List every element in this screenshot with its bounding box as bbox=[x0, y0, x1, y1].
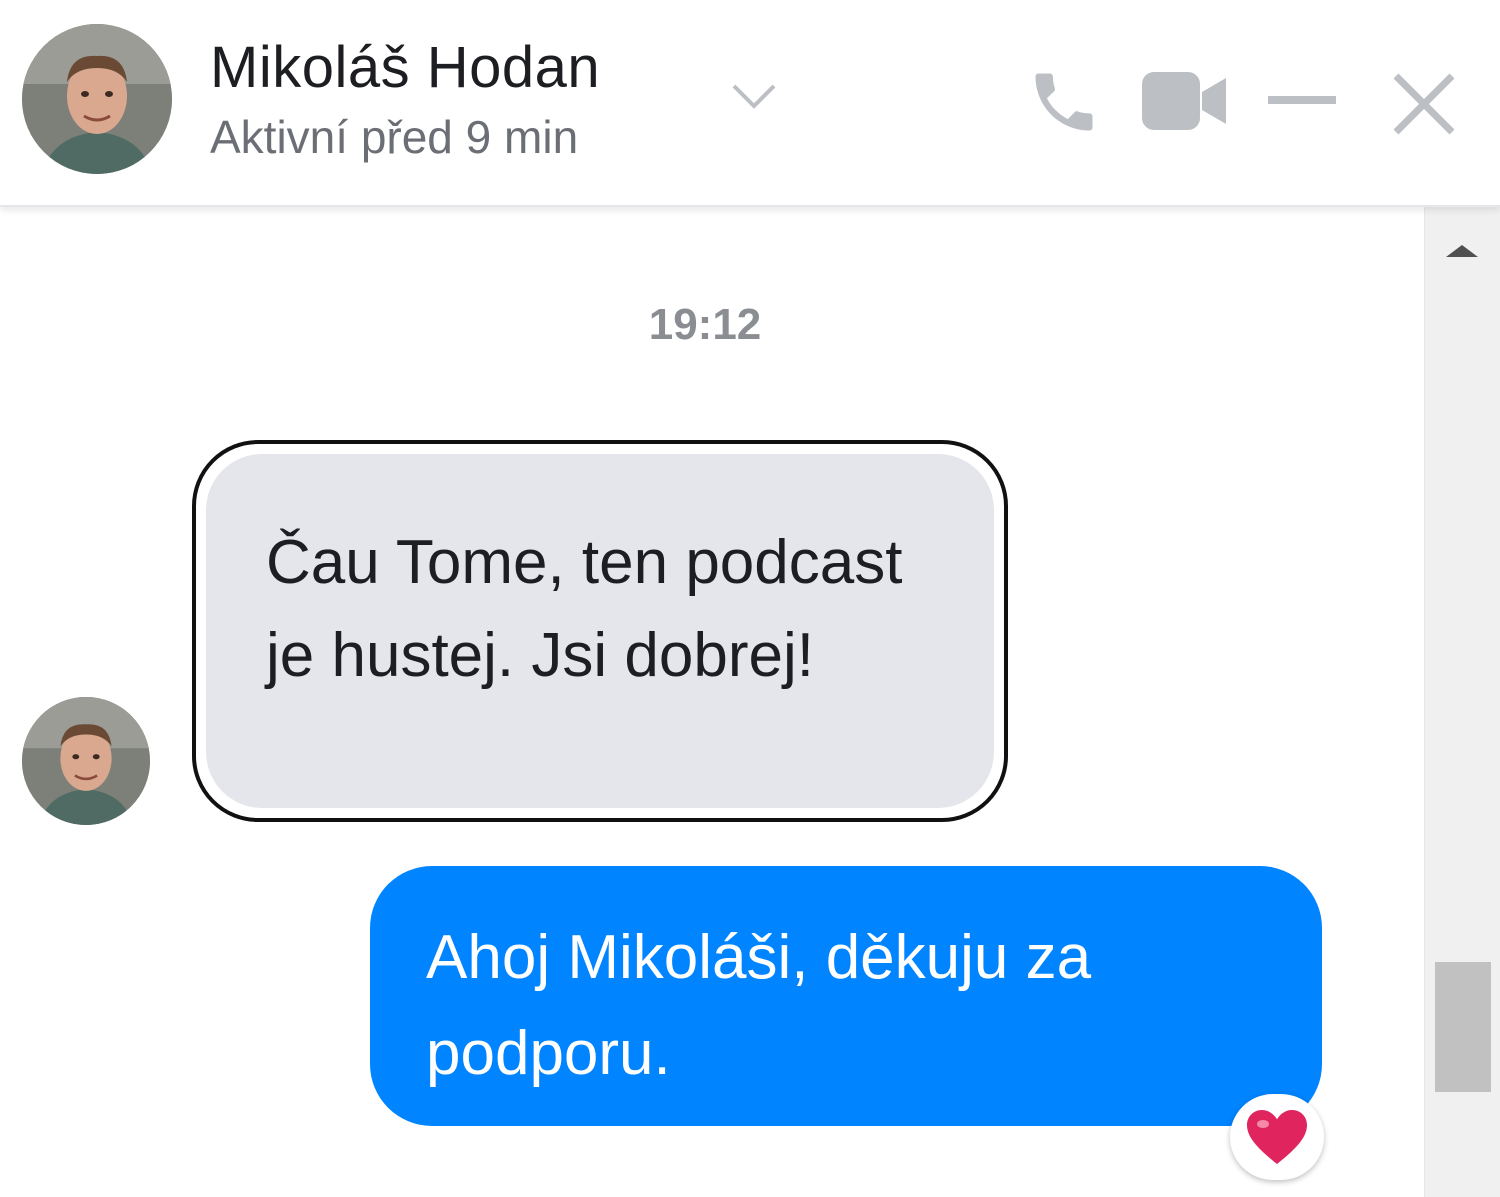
scrollbar[interactable] bbox=[1424, 207, 1500, 1197]
scroll-up-arrow-icon[interactable] bbox=[1446, 245, 1478, 257]
chevron-down-icon[interactable] bbox=[730, 82, 778, 110]
chat-header: Mikoláš Hodan Aktivní před 9 min bbox=[0, 0, 1500, 207]
contact-name[interactable]: Mikoláš Hodan bbox=[210, 34, 600, 101]
scrollbar-thumb[interactable] bbox=[1435, 962, 1491, 1092]
sender-avatar[interactable] bbox=[22, 697, 150, 825]
heart-icon bbox=[1247, 1110, 1307, 1164]
message-reaction[interactable] bbox=[1230, 1094, 1324, 1180]
incoming-message-bubble[interactable]: Čau Tome, ten podcast je hustej. Jsi dob… bbox=[192, 440, 1008, 822]
chat-window: Mikoláš Hodan Aktivní před 9 min 19:12 Č… bbox=[0, 0, 1500, 1197]
incoming-message-text: Čau Tome, ten podcast je hustej. Jsi dob… bbox=[206, 454, 994, 808]
outgoing-message-bubble[interactable]: Ahoj Mikoláši, děkuju za podporu. bbox=[370, 866, 1322, 1126]
phone-icon[interactable] bbox=[1026, 64, 1102, 140]
contact-status: Aktivní před 9 min bbox=[210, 111, 579, 163]
message-timestamp: 19:12 bbox=[648, 300, 762, 349]
video-camera-icon[interactable] bbox=[1140, 68, 1228, 134]
contact-avatar[interactable] bbox=[22, 24, 172, 174]
minimize-icon[interactable] bbox=[1268, 94, 1336, 106]
close-icon[interactable] bbox=[1390, 70, 1458, 138]
